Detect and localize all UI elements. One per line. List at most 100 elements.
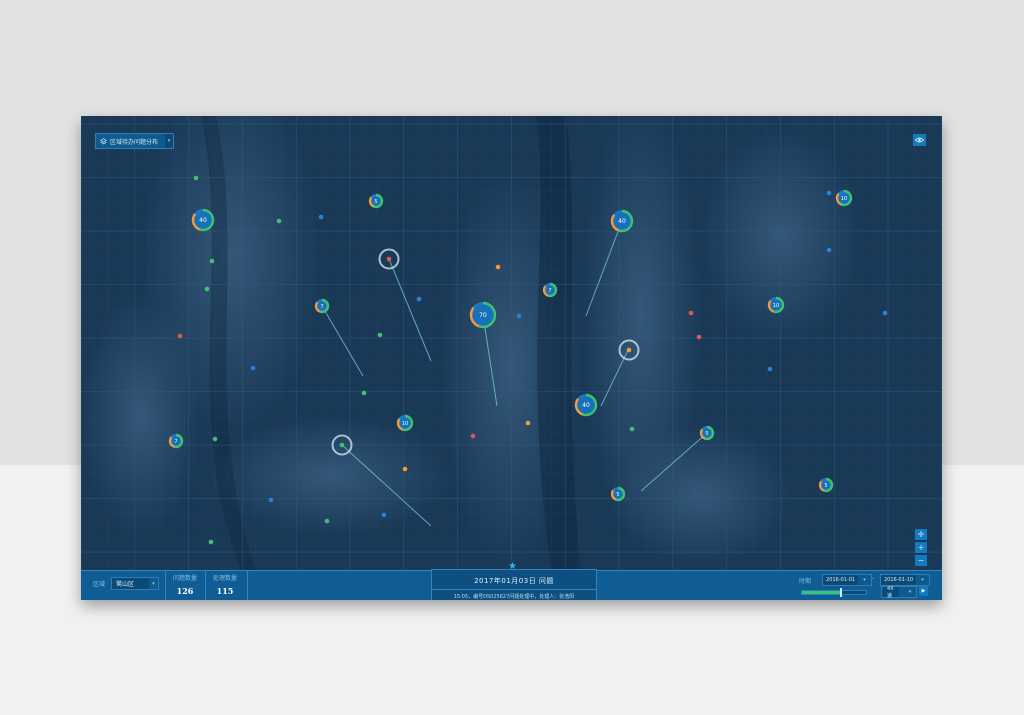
- event-dot: [377, 332, 383, 338]
- map-canvas[interactable]: 40 5 40 10 7 70 7 10 10 40 7 5 5 5: [81, 116, 942, 570]
- cluster-marker: 7: [168, 433, 184, 449]
- map-dashboard: 40 5 40 10 7 70 7 10 10 40 7 5 5 5 区域待办问题分布 ▾ ✛ + − 区…: [81, 116, 942, 600]
- divider: [247, 571, 248, 600]
- zoom-out-button[interactable]: −: [915, 555, 927, 566]
- chevron-down-icon[interactable]: ▾: [899, 587, 916, 597]
- eye-icon-svg: [915, 137, 924, 143]
- cluster-count: 10: [402, 421, 408, 427]
- cluster-count: 40: [582, 402, 590, 409]
- cluster-count: 40: [199, 217, 207, 224]
- cluster-marker: 5: [818, 477, 834, 493]
- event-description: 15:05，编号DS025627问题处理中，处理人：张浩阳: [453, 594, 575, 600]
- event-dot: [416, 296, 422, 302]
- stat-handled-count: 处理数量 115: [205, 573, 245, 596]
- cluster-marker: 70: [469, 301, 497, 329]
- event-dot: [204, 286, 210, 292]
- event-dot: [177, 333, 183, 339]
- stat-label: 处理数量: [212, 575, 237, 582]
- event-dot: [209, 258, 215, 264]
- terrain-patch: [611, 426, 791, 566]
- ring-center-dot: [626, 347, 632, 353]
- chevron-down-icon[interactable]: ▾: [149, 578, 158, 589]
- start-date-select[interactable]: 2016-01-01 ▾: [822, 574, 873, 586]
- cluster-count: 5: [374, 199, 377, 205]
- pan-button[interactable]: ✛: [915, 529, 927, 540]
- cluster-marker: 7: [542, 282, 558, 298]
- speed-value: 4X 速: [887, 585, 894, 599]
- time-range-label: 时期: [799, 578, 812, 585]
- event-dot: [324, 518, 330, 524]
- event-dot: [767, 366, 773, 372]
- timeline-progress: [802, 591, 841, 594]
- divider: [432, 589, 596, 590]
- cluster-count: 5: [705, 431, 708, 437]
- event-dot: [525, 420, 531, 426]
- layer-icon: [100, 137, 107, 144]
- event-title: 2017年01月03日 问题: [474, 577, 554, 585]
- terrain-patch: [701, 126, 861, 346]
- event-dot: [212, 436, 218, 442]
- cluster-count: 7: [320, 304, 323, 310]
- cluster-marker: 40: [574, 393, 598, 417]
- cluster-count: 40: [618, 218, 626, 225]
- cluster-marker: 40: [191, 208, 215, 232]
- stat-value: 115: [216, 586, 234, 596]
- terrain-patch: [81, 296, 201, 536]
- cluster-marker: 5: [699, 425, 715, 441]
- star-icon: ★: [508, 561, 517, 572]
- speed-select[interactable]: 4X 速 ▾: [881, 585, 917, 599]
- layer-selector[interactable]: 区域待办问题分布 ▾: [95, 133, 175, 149]
- event-dot: [696, 334, 702, 340]
- cluster-count: 5: [616, 492, 619, 498]
- event-dot: [495, 264, 501, 270]
- terrain-patch: [211, 416, 451, 536]
- cluster-count: 5: [824, 483, 827, 489]
- event-dot: [882, 310, 888, 316]
- cluster-marker: 5: [610, 486, 626, 502]
- event-dot: [208, 539, 214, 545]
- cluster-count: 10: [773, 303, 779, 309]
- cluster-count: 10: [841, 196, 847, 202]
- cluster-marker: 40: [610, 209, 634, 233]
- bottom-toolbar: 区域 鹭山区 ▾ 问题数量 126 处理数量 115 2017年01月03日 问…: [81, 561, 942, 600]
- event-dot: [826, 190, 832, 196]
- event-dot: [516, 313, 522, 319]
- cluster-marker: 7: [314, 298, 330, 314]
- end-date-select[interactable]: 2016-01-10 ▾: [880, 574, 931, 586]
- cluster-marker: 10: [767, 296, 785, 314]
- stat-label: 问题数量: [172, 575, 197, 582]
- event-dot: [193, 175, 199, 181]
- chevron-down-icon[interactable]: ▾: [858, 575, 872, 585]
- event-dot: [629, 426, 635, 432]
- cluster-count: 7: [548, 288, 551, 294]
- chevron-down-icon[interactable]: ▾: [916, 575, 930, 585]
- event-dot: [688, 310, 694, 316]
- play-icon[interactable]: ▶: [919, 586, 928, 596]
- zoom-in-button[interactable]: +: [915, 542, 927, 553]
- event-dot: [402, 466, 408, 472]
- event-dot: [361, 390, 367, 396]
- ring-center-dot: [339, 442, 345, 448]
- region-label: 区域: [93, 581, 106, 588]
- eye-icon[interactable]: [913, 134, 926, 146]
- region-value: 鹭山区: [116, 581, 135, 588]
- cluster-count: 70: [479, 312, 487, 319]
- event-dot: [381, 512, 387, 518]
- timeline-slider[interactable]: [801, 588, 867, 597]
- start-date-value: 2016-01-01: [826, 577, 856, 583]
- event-dot: [318, 214, 324, 220]
- event-dot: [826, 247, 832, 253]
- range-separator: -: [872, 575, 875, 582]
- timeline-handle[interactable]: [840, 588, 843, 597]
- chevron-down-icon[interactable]: ▾: [165, 134, 174, 148]
- event-dot: [470, 433, 476, 439]
- region-select[interactable]: 鹭山区 ▾: [111, 577, 159, 590]
- event-dot: [250, 365, 256, 371]
- event-dot: [268, 497, 274, 503]
- cluster-marker: 10: [835, 189, 853, 207]
- cluster-marker: 5: [368, 193, 384, 209]
- event-panel: 2017年01月03日 问题 15:05，编号DS025627问题处理中，处理人…: [431, 569, 597, 600]
- cluster-count: 7: [174, 439, 177, 445]
- layer-selector-label: 区域待办问题分布: [110, 138, 159, 146]
- zoom-controls: ✛ + −: [915, 529, 927, 568]
